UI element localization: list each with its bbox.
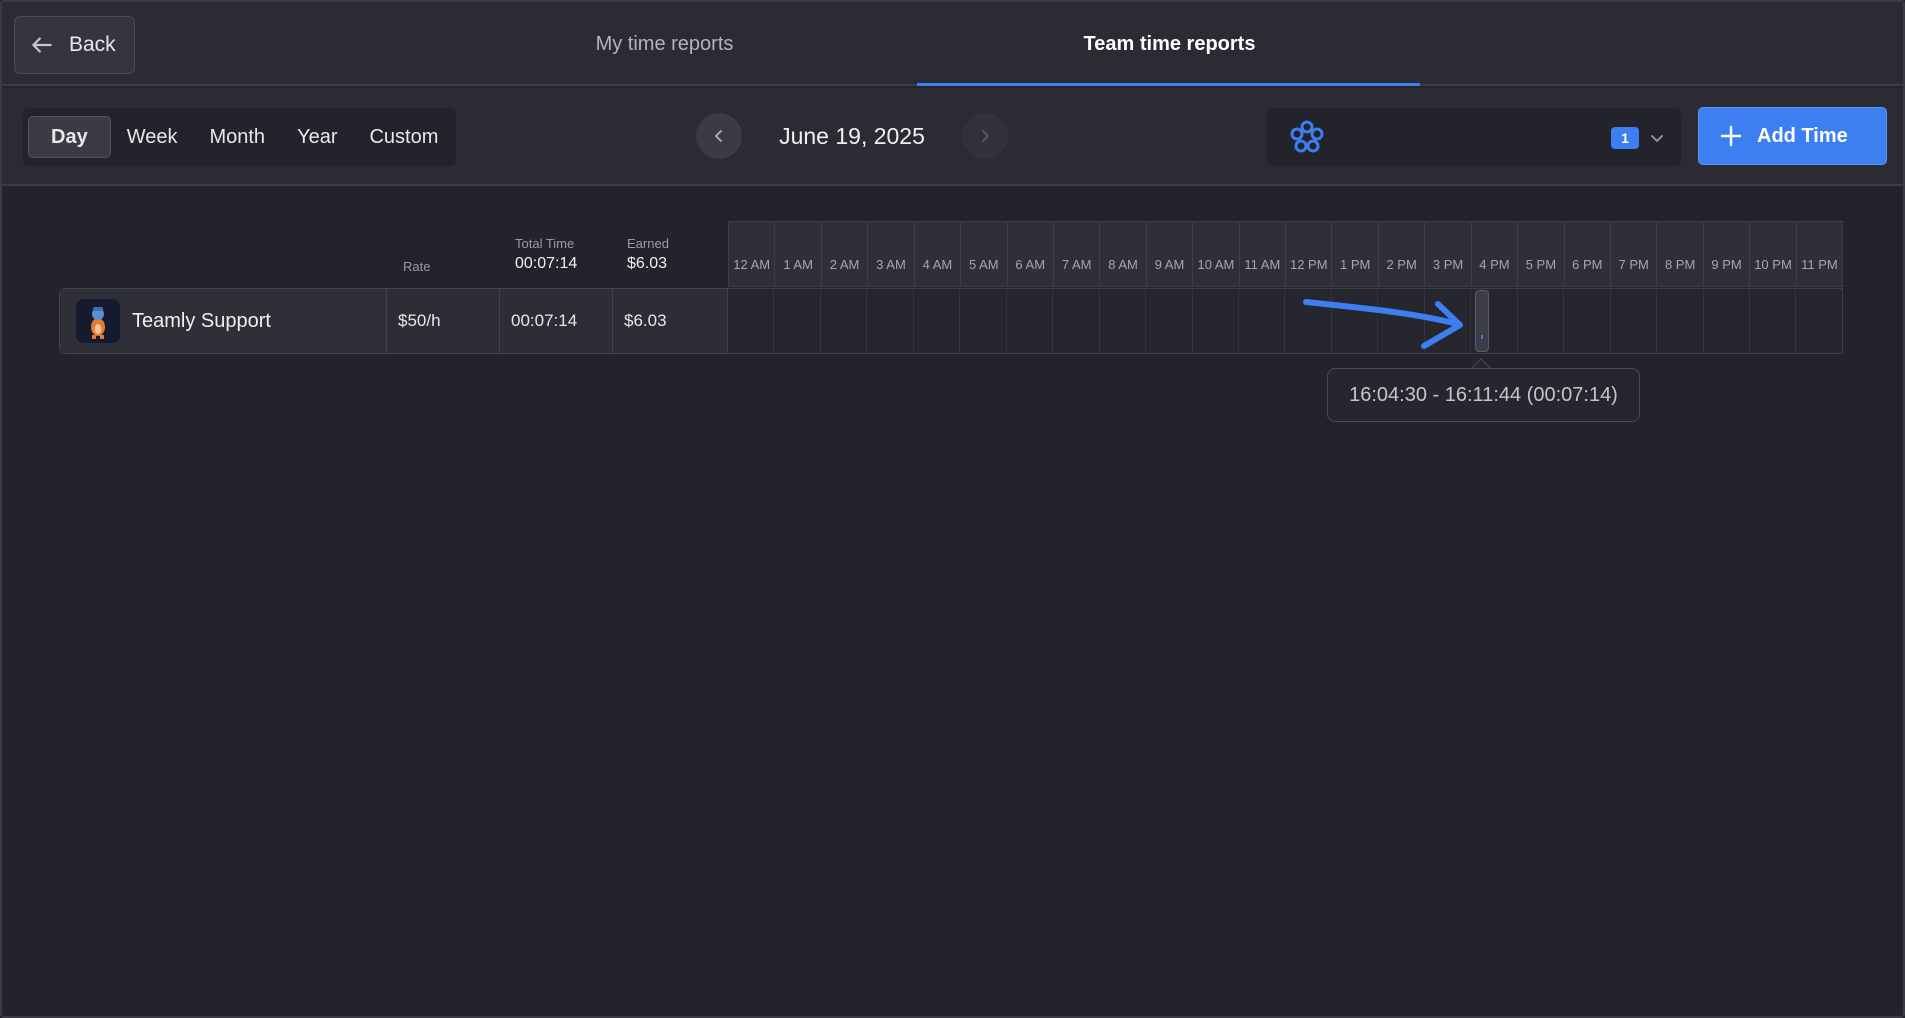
team-count-badge: 1 bbox=[1611, 127, 1639, 149]
total-time-cell: 00:07:14 bbox=[500, 289, 613, 353]
timeline-hour-cell bbox=[914, 289, 961, 353]
timeline-hour-cell bbox=[960, 289, 1007, 353]
timeline-hour-cell bbox=[821, 289, 868, 353]
annotation-arrow-icon bbox=[1303, 299, 1463, 349]
timeline-hour-label: 7 AM bbox=[1054, 222, 1101, 286]
timeline-hour-label: 9 AM bbox=[1147, 222, 1194, 286]
chevron-right-icon bbox=[982, 130, 989, 142]
timeline-hour-label: 6 AM bbox=[1008, 222, 1054, 286]
tab-team-time-reports[interactable]: Team time reports bbox=[1052, 2, 1287, 86]
current-date: June 19, 2025 bbox=[779, 122, 925, 149]
timeline-hour-label: 1 PM bbox=[1332, 222, 1379, 286]
period-week-button[interactable]: Week bbox=[111, 116, 194, 158]
chevron-left-icon bbox=[715, 130, 722, 142]
timeline-hour-cell bbox=[1007, 289, 1054, 353]
timeline-hour-label: 11 AM bbox=[1240, 222, 1287, 286]
timeline-hour-label: 2 AM bbox=[822, 222, 869, 286]
chevron-down-icon bbox=[1651, 135, 1663, 142]
timeline-hour-label: 11 PM bbox=[1801, 257, 1838, 272]
timeline-hour-cell bbox=[1704, 289, 1750, 353]
previous-date-button[interactable] bbox=[696, 113, 742, 159]
timeline-hour-cell bbox=[1100, 289, 1147, 353]
timeline-hour-label: 10 AM bbox=[1193, 222, 1240, 286]
timeline-hour-cell bbox=[774, 289, 821, 353]
period-day-button[interactable]: Day bbox=[28, 116, 111, 158]
timeline-hour-cell bbox=[1518, 289, 1565, 353]
tab-label: My time reports bbox=[595, 32, 734, 55]
back-button[interactable]: Back bbox=[14, 16, 135, 74]
rate-cell: $50/h bbox=[387, 289, 500, 353]
time-entry-block[interactable] bbox=[1475, 290, 1489, 352]
team-logo-icon bbox=[1290, 120, 1324, 153]
member-cell: Teamly Support bbox=[60, 289, 387, 353]
active-tab-indicator bbox=[917, 83, 1420, 86]
period-custom-button[interactable]: Custom bbox=[353, 116, 454, 158]
avatar bbox=[76, 299, 120, 343]
toolbar: Day Week Month Year Custom June 19, 2025… bbox=[2, 88, 1903, 186]
rate-column-header: Rate bbox=[403, 259, 431, 274]
total-time-column-header: Total Time bbox=[515, 236, 575, 251]
period-selector: Day Week Month Year Custom bbox=[23, 108, 457, 166]
period-month-button[interactable]: Month bbox=[193, 116, 281, 158]
timeline-hour-header: 12 AM 1 AM 2 AM 3 AM 4 AM 5 AM 6 AM 7 AM 8 AM 9 A… bbox=[728, 221, 1843, 287]
day-timeline: 12 AM 1 AM 2 AM 3 AM 4 AM 5 AM 6 AM 7 AM 8 AM 9 A… bbox=[728, 221, 1843, 354]
timeline-hour-label: 6 PM bbox=[1565, 222, 1612, 286]
timeline-hour-cell bbox=[1564, 289, 1611, 353]
earned-summary: $6.03 bbox=[627, 255, 668, 272]
top-bar: Back My time reports Team time reports bbox=[2, 2, 1903, 86]
timeline-hour-cell bbox=[867, 289, 914, 353]
timeline-hour-cell bbox=[1750, 289, 1797, 353]
tab-my-time-reports[interactable]: My time reports bbox=[547, 2, 782, 86]
timeline-hour-cell bbox=[1796, 289, 1841, 353]
timeline-hour-label: 5 AM bbox=[961, 222, 1008, 286]
timeline-hour-label: 8 AM bbox=[1100, 222, 1147, 286]
tab-label: Team time reports bbox=[1083, 32, 1256, 55]
total-time-summary: 00:07:14 bbox=[515, 255, 578, 272]
time-entry-tooltip: 16:04:30 - 16:11:44 (00:07:14) bbox=[1327, 368, 1640, 422]
timeline-hour-label: 1 AM bbox=[775, 222, 822, 286]
timeline-hour-cell bbox=[1239, 289, 1286, 353]
arrow-left-icon bbox=[32, 37, 52, 53]
timeline-hour-label: 4 PM bbox=[1472, 222, 1519, 286]
plus-icon bbox=[1720, 125, 1742, 147]
table-row[interactable]: Teamly Support $50/h 00:07:14 $6.03 bbox=[59, 288, 728, 354]
next-date-button[interactable] bbox=[962, 113, 1008, 159]
timeline-hour-label: 2 PM bbox=[1379, 222, 1426, 286]
timeline-hour-label: 10 PM bbox=[1750, 222, 1797, 286]
timeline-hour-label: 12 PM bbox=[1286, 222, 1333, 286]
timeline-hour-label: 8 PM bbox=[1657, 222, 1704, 286]
timeline-hour-cell bbox=[1611, 289, 1658, 353]
timeline-hour-label: 12 AM bbox=[729, 222, 776, 286]
add-time-label: Add Time bbox=[1757, 124, 1848, 147]
timeline-hour-cell bbox=[1053, 289, 1100, 353]
timeline-hour-cell bbox=[1657, 289, 1704, 353]
add-time-button[interactable]: Add Time bbox=[1698, 107, 1887, 165]
timeline-hour-label: 5 PM bbox=[1518, 222, 1565, 286]
mascot-avatar-icon bbox=[76, 299, 120, 343]
timeline-hour-cell bbox=[1146, 289, 1193, 353]
earned-cell: $6.03 bbox=[624, 311, 667, 330]
earned-column-header: Earned bbox=[627, 236, 669, 251]
timeline-hour-label: 4 AM bbox=[915, 222, 962, 286]
team-selector[interactable]: 1 bbox=[1267, 108, 1681, 166]
timeline-hour-label: 3 AM bbox=[868, 222, 915, 286]
timeline-hour-label: 3 PM bbox=[1425, 222, 1472, 286]
period-year-button[interactable]: Year bbox=[281, 116, 353, 158]
back-label: Back bbox=[69, 33, 116, 56]
timeline-hour-label: 9 PM bbox=[1704, 222, 1751, 286]
timeline-hour-cell bbox=[728, 289, 775, 353]
member-name: Teamly Support bbox=[132, 309, 271, 332]
timeline-row bbox=[728, 288, 1843, 354]
timeline-hour-label: 7 PM bbox=[1611, 222, 1658, 286]
timeline-hour-cell bbox=[1193, 289, 1239, 353]
